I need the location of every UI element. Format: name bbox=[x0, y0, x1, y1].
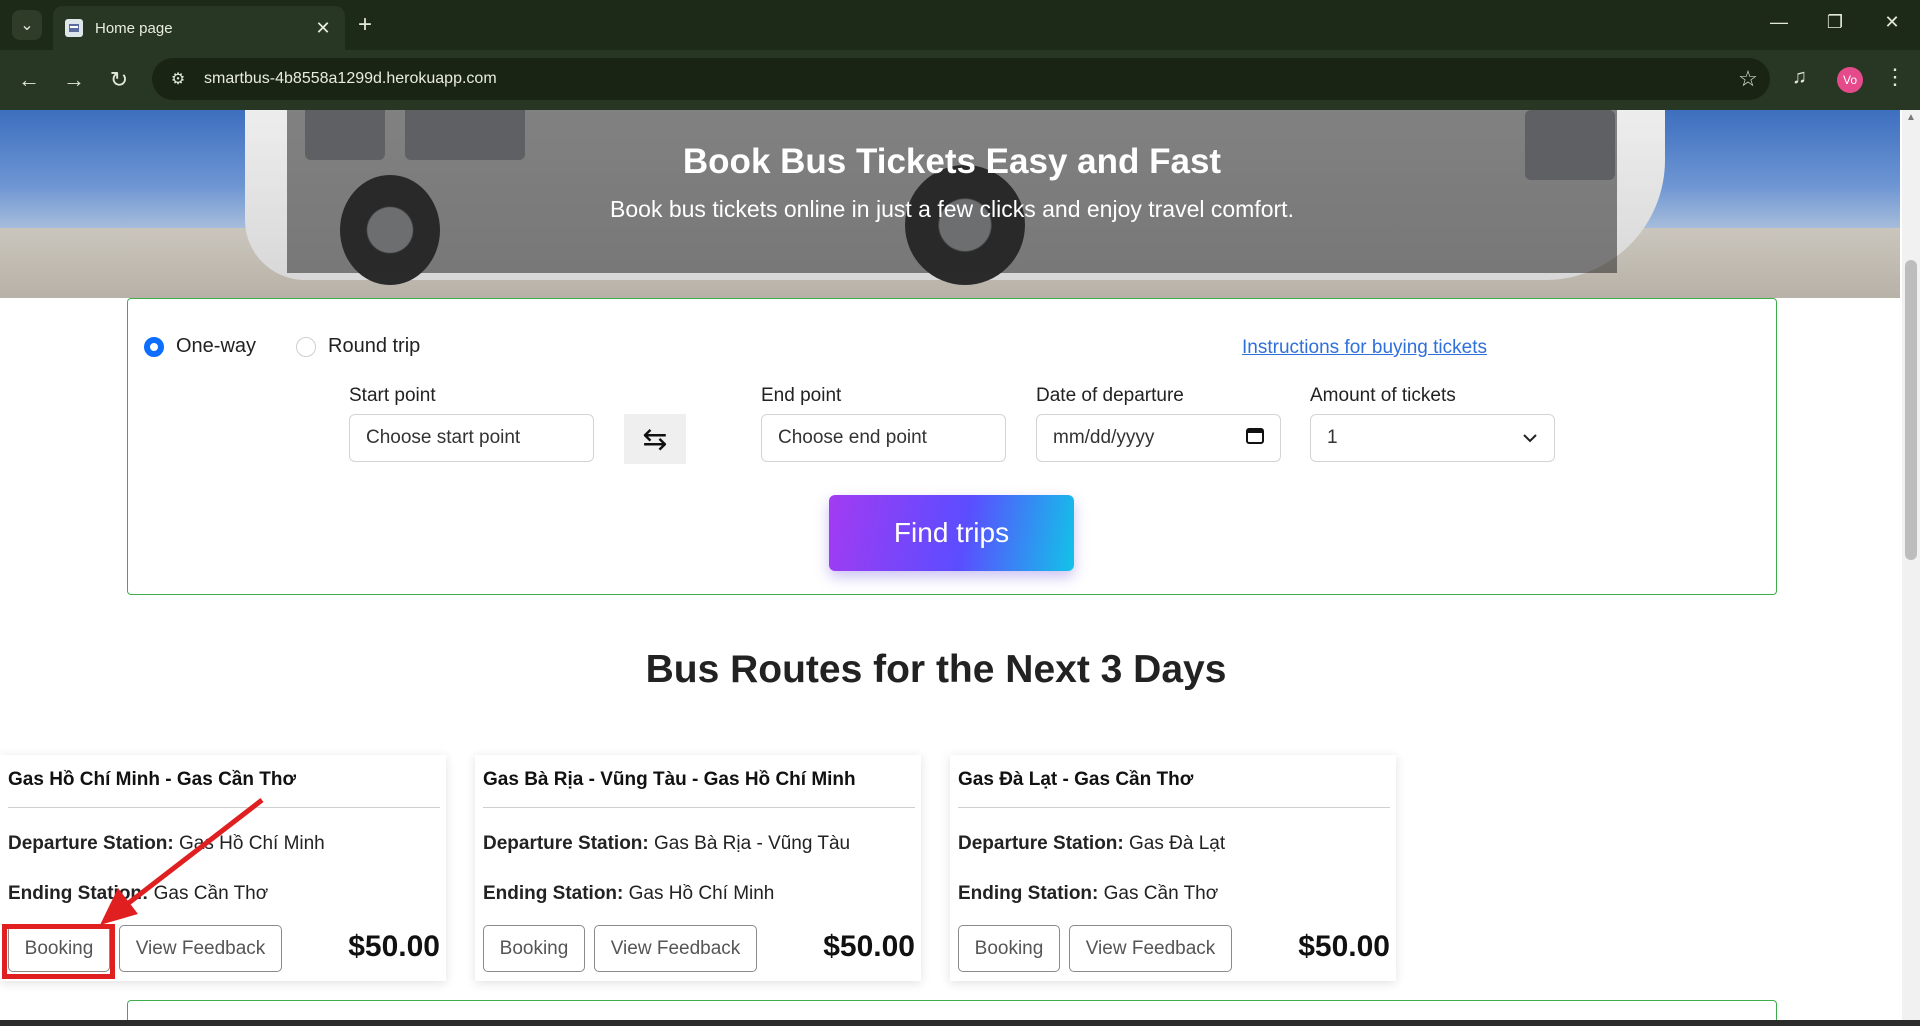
window-close-icon[interactable]: ✕ bbox=[1877, 12, 1907, 33]
page-viewport: Book Bus Tickets Easy and Fast Book bus … bbox=[0, 110, 1920, 1026]
route-title: Gas Hồ Chí Minh - Gas Cần Thơ bbox=[8, 769, 296, 790]
hero-subtitle: Book bus tickets online in just a few cl… bbox=[610, 196, 1294, 222]
chevron-down-icon bbox=[1522, 427, 1538, 449]
hero-banner: Book Bus Tickets Easy and Fast Book bus … bbox=[0, 110, 1900, 298]
hero-title: Book Bus Tickets Easy and Fast bbox=[682, 142, 1222, 181]
ending-line: Ending Station: Gas Cần Thơ bbox=[8, 883, 268, 905]
departure-date-label: Date of departure bbox=[1036, 385, 1184, 406]
url-text[interactable]: smartbus-4b8558a1299d.herokuapp.com bbox=[204, 70, 1726, 88]
departure-label: Departure Station: bbox=[958, 833, 1124, 854]
view-feedback-button[interactable]: View Feedback bbox=[594, 925, 757, 972]
ending-value: Gas Cần Thơ bbox=[153, 883, 269, 904]
departure-label: Departure Station: bbox=[483, 833, 649, 854]
trip-search-form: One-way Round trip Instructions for buyi… bbox=[127, 298, 1777, 595]
departure-value: Gas Bà Rịa - Vũng Tàu bbox=[654, 833, 851, 854]
site-info-tune-icon[interactable]: ⚙ bbox=[158, 69, 198, 89]
start-point-input[interactable]: Choose start point bbox=[349, 414, 594, 462]
tab-search-chevron-down-icon[interactable]: ⌄ bbox=[12, 10, 42, 40]
instructions-link[interactable]: Instructions for buying tickets bbox=[1242, 337, 1487, 359]
radio-unchecked-icon[interactable] bbox=[296, 336, 316, 357]
route-price: $50.00 bbox=[348, 930, 440, 963]
restore-icon[interactable]: ❐ bbox=[1820, 12, 1850, 33]
card-divider bbox=[958, 807, 1390, 808]
card-divider bbox=[8, 807, 440, 808]
departure-date-input[interactable]: mm/dd/yyyy bbox=[1036, 414, 1281, 462]
departure-value: Gas Hồ Chí Minh bbox=[179, 833, 325, 854]
radio-round-trip[interactable]: Round trip bbox=[296, 335, 420, 358]
media-control-icon[interactable]: ♫ bbox=[1792, 66, 1807, 89]
routes-section-title: Bus Routes for the Next 3 Days bbox=[645, 648, 1227, 691]
new-tab-plus-icon[interactable]: + bbox=[352, 12, 378, 38]
amount-value: 1 bbox=[1327, 427, 1338, 448]
radio-one-way[interactable]: One-way bbox=[144, 335, 256, 358]
scrollbar-thumb[interactable] bbox=[1905, 260, 1917, 560]
reload-icon[interactable]: ↻ bbox=[102, 63, 136, 97]
route-price: $50.00 bbox=[823, 930, 915, 963]
annotation-highlight-box bbox=[2, 924, 115, 979]
card-divider bbox=[483, 807, 915, 808]
view-feedback-button[interactable]: View Feedback bbox=[119, 925, 282, 972]
scroll-up-arrow-icon[interactable]: ▲ bbox=[1906, 112, 1916, 123]
ending-line: Ending Station: Gas Hồ Chí Minh bbox=[483, 883, 774, 905]
profile-avatar[interactable]: Vo bbox=[1837, 67, 1863, 93]
route-price: $50.00 bbox=[1298, 930, 1390, 963]
kebab-menu-icon[interactable]: ⋮ bbox=[1884, 64, 1906, 90]
browser-tab-home-page[interactable]: Home page ✕ bbox=[53, 6, 345, 50]
browser-tab-bar: ⌄ Home page ✕ + — ❐ ✕ bbox=[0, 0, 1920, 50]
favicon-icon bbox=[65, 19, 83, 37]
amount-select[interactable]: 1 bbox=[1310, 414, 1555, 462]
departure-line: Departure Station: Gas Hồ Chí Minh bbox=[8, 833, 325, 855]
route-card: Gas Bà Rịa - Vũng Tàu - Gas Hồ Chí Minh … bbox=[475, 755, 921, 981]
booking-button[interactable]: Booking bbox=[483, 925, 585, 972]
ending-line: Ending Station: Gas Cần Thơ bbox=[958, 883, 1218, 905]
ending-value: Gas Hồ Chí Minh bbox=[628, 883, 775, 904]
start-point-label: Start point bbox=[349, 385, 436, 406]
end-point-label: End point bbox=[761, 385, 842, 406]
route-title: Gas Bà Rịa - Vũng Tàu - Gas Hồ Chí Minh bbox=[483, 769, 856, 790]
end-point-input[interactable]: Choose end point bbox=[761, 414, 1006, 462]
bookmark-star-icon[interactable]: ☆ bbox=[1726, 66, 1770, 92]
hero-overlay bbox=[287, 110, 1617, 273]
radio-one-way-label: One-way bbox=[176, 335, 257, 357]
departure-line: Departure Station: Gas Đà Lạt bbox=[958, 833, 1225, 855]
page-scrollbar[interactable]: ▲ bbox=[1902, 110, 1920, 1026]
ending-label: Ending Station: bbox=[483, 883, 624, 904]
amount-label: Amount of tickets bbox=[1310, 385, 1456, 406]
tab-title: Home page bbox=[95, 19, 173, 37]
browser-toolbar: ← → ↻ ⚙ smartbus-4b8558a1299d.herokuapp.… bbox=[0, 50, 1920, 110]
swap-arrows-icon[interactable]: ⇆ bbox=[624, 414, 686, 464]
departure-value: Gas Đà Lạt bbox=[1129, 833, 1226, 854]
route-title: Gas Đà Lạt - Gas Cần Thơ bbox=[958, 769, 1194, 790]
date-placeholder: mm/dd/yyyy bbox=[1053, 427, 1155, 448]
radio-round-trip-label: Round trip bbox=[328, 335, 421, 357]
ending-value: Gas Cần Thơ bbox=[1103, 883, 1219, 904]
find-trips-button[interactable]: Find trips bbox=[829, 495, 1074, 571]
radio-checked-icon[interactable] bbox=[144, 336, 164, 357]
window-bottom-edge bbox=[0, 1020, 1920, 1026]
ending-label: Ending Station: bbox=[958, 883, 1099, 904]
ending-label: Ending Station: bbox=[8, 883, 149, 904]
address-bar[interactable]: ⚙ smartbus-4b8558a1299d.herokuapp.com ☆ bbox=[152, 58, 1770, 100]
back-arrow-icon[interactable]: ← bbox=[12, 63, 46, 97]
tab-close-icon[interactable]: ✕ bbox=[313, 18, 333, 39]
booking-button[interactable]: Booking bbox=[958, 925, 1060, 972]
departure-line: Departure Station: Gas Bà Rịa - Vũng Tàu bbox=[483, 833, 850, 855]
forward-arrow-icon[interactable]: → bbox=[57, 63, 91, 97]
route-card: Gas Đà Lạt - Gas Cần Thơ Departure Stati… bbox=[950, 755, 1396, 981]
minimize-icon[interactable]: — bbox=[1764, 12, 1794, 33]
calendar-icon[interactable] bbox=[1246, 426, 1264, 450]
view-feedback-button[interactable]: View Feedback bbox=[1069, 925, 1232, 972]
departure-label: Departure Station: bbox=[8, 833, 174, 854]
